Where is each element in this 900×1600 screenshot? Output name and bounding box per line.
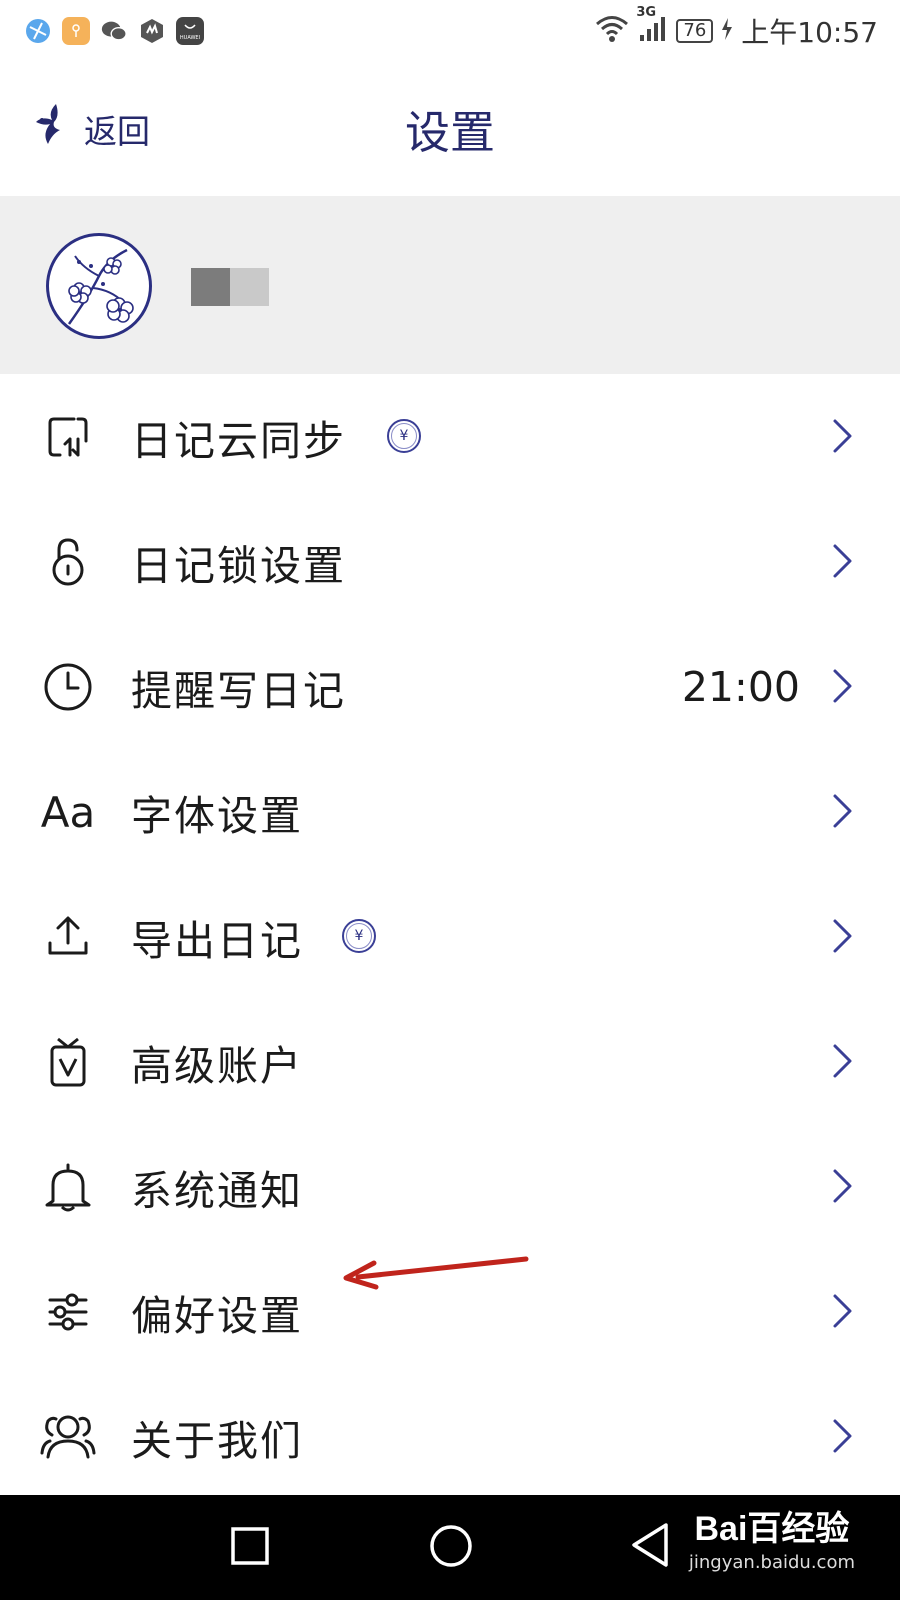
menu-item-font-settings[interactable]: Aa 字体设置 — [0, 749, 900, 874]
redaction-block — [191, 268, 230, 306]
reminder-time-value: 21:00 — [681, 662, 800, 711]
menu-item-label: 高级账户 — [131, 1041, 303, 1090]
chevron-right-icon — [832, 1418, 854, 1454]
menu-item-export[interactable]: 导出日记 ¥ — [0, 874, 900, 999]
security-icon — [138, 17, 166, 45]
charging-icon — [721, 15, 733, 48]
premium-symbol: ¥ — [391, 423, 417, 449]
cloud-sync-icon — [38, 410, 98, 464]
system-nav-bar: Bai百经验 jingyan.baidu.com — [0, 1495, 900, 1600]
chevron-right-icon — [832, 1168, 854, 1204]
watermark-main: Bai百经验 — [694, 1510, 850, 1548]
sliders-icon — [38, 1285, 98, 1339]
back-nav-button[interactable] — [628, 1521, 672, 1573]
settings-list: 日记云同步 ¥ 日记锁设置 提醒写日记 21:00 Aa 字体设置 导出日记 ¥ — [0, 374, 900, 1499]
menu-item-premium-account[interactable]: 高级账户 — [0, 999, 900, 1124]
network-type: 3G — [636, 4, 657, 20]
avatar[interactable] — [46, 233, 152, 339]
wifi-icon — [594, 13, 630, 50]
premium-symbol: ¥ — [346, 923, 372, 949]
profile-section[interactable] — [0, 196, 900, 374]
status-bar-app-icons: HUAWEI — [24, 17, 204, 45]
lock-icon — [38, 535, 98, 589]
clock-icon — [38, 660, 98, 714]
menu-item-label: 日记锁设置 — [131, 541, 346, 590]
menu-item-label: 关于我们 — [131, 1416, 303, 1465]
menu-item-label: 字体设置 — [131, 791, 303, 840]
redaction-block — [230, 268, 269, 306]
chevron-right-icon — [832, 918, 854, 954]
home-button[interactable] — [428, 1523, 474, 1573]
premium-badge-icon: ¥ — [387, 419, 421, 453]
bell-icon — [38, 1160, 98, 1214]
notes-app-icon — [62, 17, 90, 45]
menu-item-cloud-sync[interactable]: 日记云同步 ¥ — [0, 374, 900, 499]
battery-indicator: 76 — [676, 19, 714, 43]
clock-time: 上午10:57 — [741, 16, 878, 49]
username-redacted — [191, 268, 269, 306]
chevron-right-icon — [832, 418, 854, 454]
baidu-jingyan-watermark: Bai百经验 jingyan.baidu.com — [689, 1501, 855, 1573]
watermark-url: jingyan.baidu.com — [688, 1552, 855, 1573]
vip-badge-icon — [38, 1035, 98, 1089]
export-icon — [38, 910, 98, 964]
menu-item-label: 日记云同步 — [131, 416, 346, 465]
plum-blossom-avatar-icon — [67, 248, 134, 325]
app-header: 返回 设置 — [0, 62, 900, 196]
browser-icon — [24, 17, 52, 45]
premium-badge-icon: ¥ — [342, 919, 376, 953]
status-bar-indicators: 3G 76 上午10:57 — [594, 5, 878, 51]
font-icon: Aa — [38, 785, 98, 839]
menu-item-label: 偏好设置 — [131, 1291, 303, 1340]
wechat-icon — [100, 17, 128, 45]
signal-icon: 3G — [636, 5, 668, 50]
chevron-right-icon — [832, 668, 854, 704]
chevron-right-icon — [832, 1293, 854, 1329]
menu-item-reminder[interactable]: 提醒写日记 21:00 — [0, 624, 900, 749]
menu-item-label: 导出日记 — [131, 916, 303, 965]
chevron-right-icon — [832, 543, 854, 579]
font-icon-text: Aa — [40, 787, 96, 837]
recent-apps-button[interactable] — [229, 1525, 271, 1571]
users-icon — [38, 1410, 98, 1464]
menu-item-label: 提醒写日记 — [131, 666, 346, 715]
status-bar: HUAWEI 3G 76 上午10:57 — [0, 0, 900, 62]
menu-item-about-us[interactable]: 关于我们 — [0, 1374, 900, 1499]
chevron-right-icon — [832, 793, 854, 829]
menu-item-system-notifications[interactable]: 系统通知 — [0, 1124, 900, 1249]
chevron-right-icon — [832, 1043, 854, 1079]
annotation-arrow — [343, 1256, 529, 1290]
huawei-store-icon: HUAWEI — [176, 17, 204, 45]
menu-item-label: 系统通知 — [131, 1166, 303, 1215]
huawei-store-label: HUAWEI — [180, 35, 200, 41]
page-title: 设置 — [404, 106, 495, 159]
menu-item-diary-lock[interactable]: 日记锁设置 — [0, 499, 900, 624]
